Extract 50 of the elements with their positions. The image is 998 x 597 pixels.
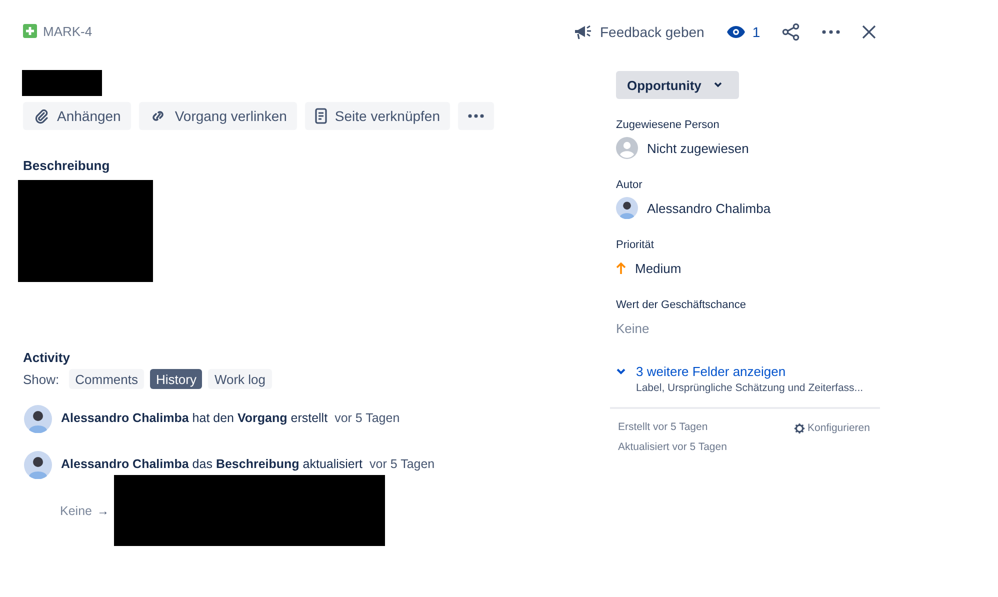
activity-tab[interactable]: History [150,369,202,389]
field-value: Medium [635,260,682,276]
field-value: Keine [616,320,650,336]
toolbar-button[interactable]: Anhängen [23,102,131,130]
updated-date: Aktualisiert vor 5 Tagen [618,441,727,453]
empty-avatar-icon [616,137,638,159]
field-label: Priorität [616,239,655,251]
paperclip-icon [33,108,49,124]
field-value: Alessandro Chalimba [647,200,771,216]
show-more-fields-link[interactable]: 3 weitere Felder anzeigen [616,364,786,379]
issue-key-link[interactable]: MARK-4 [43,24,92,38]
avatar [24,451,52,479]
toolbar-button[interactable]: Vorgang verlinken [138,102,297,130]
field-label: Wert der Geschäftschance [616,299,748,311]
story-type-icon [23,24,37,38]
arrow-up-icon [616,262,626,274]
activity-tab[interactable]: Comments [69,369,144,389]
page-icon [314,108,327,124]
activity-time: vor 5 Tagen [370,457,435,471]
toolbar-button[interactable]: Seite verknüpfen [304,102,450,130]
created-date: Erstellt vor 5 Tagen [618,421,709,433]
activity-text: Alessandro Chalimba hat den Vorgang erstellt [61,411,328,425]
section-heading: Activity [23,350,71,365]
field-value: Nicht zugewiesen [647,140,749,156]
share-icon[interactable] [782,23,800,41]
change-arrow: → [96,504,109,518]
section-heading: Beschreibung [23,158,111,173]
status-dropdown[interactable]: Opportunity [616,71,740,99]
more-button[interactable] [458,102,494,130]
watch-button[interactable]: 1 [726,24,760,40]
gear-icon [794,422,805,434]
configure-button[interactable]: Konfigurieren [794,421,870,435]
field-label: Zugewiesene Person [616,119,720,131]
avatar [616,197,638,219]
more-fields-hint: Label, Ursprüngliche Schätzung und Zeiterfass... [636,382,864,394]
old-value: Keine [60,504,92,518]
close-icon[interactable] [862,25,876,39]
activity-text: Alessandro Chalimba das Beschreibung aktualisiert [61,457,363,471]
chevron-down-icon [713,82,724,88]
show-label: Show: [23,372,60,386]
avatar [24,405,52,433]
eye-icon [726,25,746,39]
feedback-button[interactable]: Feedback geben [574,24,704,40]
chevron-down-icon [616,368,626,375]
field-label: Autor [616,179,644,191]
activity-tab[interactable]: Work log [208,369,272,389]
megaphone-icon [574,24,592,40]
activity-time: vor 5 Tagen [334,411,400,425]
more-icon [468,114,484,118]
more-icon[interactable] [822,30,840,34]
